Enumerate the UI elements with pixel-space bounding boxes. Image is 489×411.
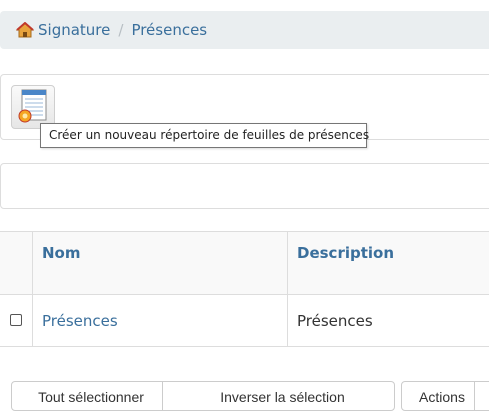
actions-dropdown-toggle[interactable] xyxy=(474,381,489,411)
breadcrumb: Signature / Présences xyxy=(0,11,489,49)
breadcrumb-current-link[interactable]: Présences xyxy=(131,21,207,39)
new-folder-tooltip: Créer un nouveau répertoire de feuilles … xyxy=(40,123,369,148)
select-all-button[interactable]: Tout sélectionner xyxy=(11,381,163,411)
new-attendance-sheet-icon xyxy=(16,88,50,127)
column-header-name[interactable]: Nom xyxy=(33,232,288,294)
filter-panel xyxy=(0,163,489,209)
attendance-folders-table: Nom Description Présences Présences xyxy=(0,231,489,347)
actions-button[interactable]: Actions xyxy=(401,381,475,411)
row-checkbox[interactable] xyxy=(10,313,22,326)
row-checkbox-cell xyxy=(0,295,33,346)
header-checkbox-cell xyxy=(0,232,33,294)
home-icon[interactable] xyxy=(16,21,34,39)
column-header-description[interactable]: Description xyxy=(288,232,489,294)
table-header-row: Nom Description xyxy=(0,232,489,295)
table-row: Présences Présences xyxy=(0,295,489,347)
invert-selection-button[interactable]: Inverser la sélection xyxy=(162,381,395,411)
row-name-link[interactable]: Présences xyxy=(42,312,118,330)
row-name-cell: Présences xyxy=(33,295,288,346)
breadcrumb-separator: / xyxy=(118,21,124,39)
row-description-cell: Présences xyxy=(288,295,489,346)
breadcrumb-home-link[interactable]: Signature xyxy=(38,21,110,39)
row-description: Présences xyxy=(297,311,373,330)
